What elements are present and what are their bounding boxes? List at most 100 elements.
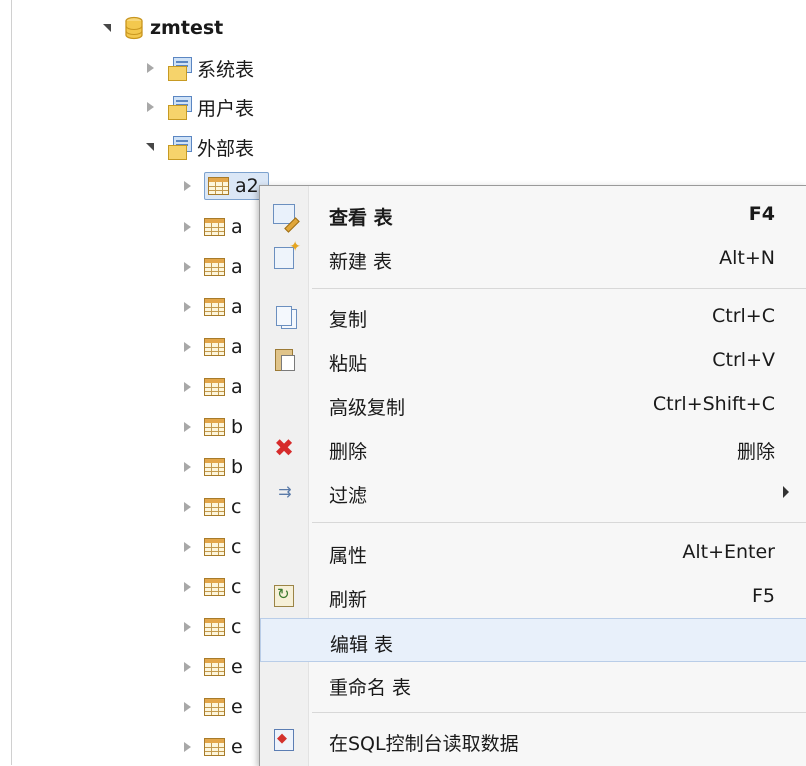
table-icon (204, 538, 225, 556)
table-label: a (231, 296, 243, 318)
menu-item-shortcut: Alt+N (719, 247, 775, 269)
menu-item-label: 过滤 (329, 485, 368, 507)
menu-item-shortcut: Ctrl+C (712, 305, 775, 327)
filter-icon: ⇉ (278, 482, 291, 501)
table-icon (204, 418, 225, 436)
menu-item-properties[interactable]: 属性 Alt+Enter (260, 530, 806, 574)
view-table-icon (273, 204, 295, 224)
expand-twisty-icon[interactable] (180, 300, 194, 314)
menu-item-label: 高级复制 (329, 397, 406, 419)
collapse-twisty-icon[interactable] (143, 140, 157, 154)
menu-item-label: 删除 (329, 441, 368, 463)
tree-node-table[interactable]: a (180, 251, 243, 283)
expand-twisty-icon[interactable] (180, 540, 194, 554)
tree-node-table[interactable]: e (180, 651, 243, 683)
tree-node-system-tables[interactable]: 系统表 (143, 52, 254, 84)
menu-item-edit-table[interactable]: 编辑 表 (260, 618, 806, 662)
expand-twisty-icon[interactable] (143, 100, 157, 114)
table-icon (204, 698, 225, 716)
expand-twisty-icon[interactable] (180, 179, 194, 193)
expand-twisty-icon[interactable] (180, 460, 194, 474)
menu-item-read-in-sql-console[interactable]: 在SQL控制台读取数据 (260, 718, 806, 762)
table-icon (204, 218, 225, 236)
expand-twisty-icon[interactable] (180, 260, 194, 274)
tree-node-database[interactable]: zmtest (100, 12, 223, 44)
expand-twisty-icon[interactable] (180, 660, 194, 674)
delete-icon: ✖ (273, 434, 295, 462)
expand-twisty-icon[interactable] (180, 740, 194, 754)
tree-node-table[interactable]: a2 (180, 170, 269, 202)
menu-item-paste[interactable]: 粘贴 Ctrl+V (260, 338, 806, 382)
table-icon (204, 738, 225, 756)
menu-separator (312, 288, 806, 289)
table-icon (204, 298, 225, 316)
expand-twisty-icon[interactable] (180, 220, 194, 234)
table-label: a (231, 376, 243, 398)
expand-twisty-icon[interactable] (180, 500, 194, 514)
expand-twisty-icon[interactable] (180, 380, 194, 394)
expand-twisty-icon[interactable] (143, 61, 157, 75)
menu-item-shortcut: F4 (748, 203, 775, 225)
table-icon (204, 378, 225, 396)
new-table-icon (274, 239, 301, 269)
database-label: zmtest (150, 17, 224, 39)
menu-separator (312, 522, 806, 523)
tree-node-table[interactable]: c (180, 571, 243, 603)
menu-item-label: 刷新 (329, 589, 368, 611)
table-label: e (231, 736, 243, 758)
tree-node-table[interactable]: a (180, 371, 243, 403)
table-label: c (231, 576, 242, 598)
menu-item-new-table[interactable]: 新建 表 Alt+N (260, 236, 806, 280)
menu-item-shortcut: 删除 (736, 441, 775, 463)
menu-item-refresh[interactable]: 刷新 F5 (260, 574, 806, 618)
menu-item-shortcut: F5 (751, 585, 775, 607)
table-label: e (231, 656, 243, 678)
menu-item-shortcut: Ctrl+V (712, 349, 775, 371)
tree-node-table[interactable]: e (180, 731, 243, 763)
menu-item-rename-table[interactable]: 重命名 表 (260, 662, 806, 706)
tree-node-table[interactable]: b (180, 411, 243, 443)
expand-twisty-icon[interactable] (180, 620, 194, 634)
table-icon (204, 498, 225, 516)
tree-node-table[interactable]: c (180, 611, 243, 643)
menu-item-shortcut: Ctrl+Shift+C (652, 393, 775, 415)
table-icon (204, 618, 225, 636)
menu-item-view-table[interactable]: 查看 表 F4 (260, 192, 806, 236)
table-folder-icon (167, 95, 192, 120)
submenu-arrow-icon (783, 486, 789, 498)
expand-twisty-icon[interactable] (180, 340, 194, 354)
table-icon (204, 258, 225, 276)
menu-item-filter[interactable]: ⇉ 过滤 (260, 470, 806, 514)
tree-node-table[interactable]: b (180, 451, 243, 483)
menu-item-delete[interactable]: ✖ 删除 删除 (260, 426, 806, 470)
tree-node-table[interactable]: a (180, 211, 243, 243)
collapse-twisty-icon[interactable] (100, 21, 114, 35)
table-label: c (231, 496, 242, 518)
folder-label: 系统表 (197, 58, 255, 81)
menu-item-advanced-copy[interactable]: 高级复制 Ctrl+Shift+C (260, 382, 806, 426)
table-icon (204, 658, 225, 676)
tree-node-external-tables[interactable]: 外部表 (143, 131, 254, 163)
tree-node-table[interactable]: a (180, 331, 243, 363)
table-icon (208, 177, 229, 195)
expand-twisty-icon[interactable] (180, 700, 194, 714)
menu-item-label: 在SQL控制台读取数据 (329, 733, 519, 755)
table-label: a (231, 256, 243, 278)
expand-twisty-icon[interactable] (180, 580, 194, 594)
tree-node-user-tables[interactable]: 用户表 (143, 91, 254, 123)
menu-item-copy[interactable]: 复制 Ctrl+C (260, 294, 806, 338)
folder-label: 用户表 (197, 97, 255, 120)
menu-item-label: 编辑 表 (330, 634, 394, 656)
tree-node-table[interactable]: c (180, 531, 243, 563)
table-label: b (231, 416, 243, 438)
tree-node-table[interactable]: c (180, 491, 243, 523)
menu-item-label: 粘贴 (329, 353, 368, 375)
tree-node-table[interactable]: a (180, 291, 243, 323)
expand-twisty-icon[interactable] (180, 420, 194, 434)
tree-node-table[interactable]: e (180, 691, 243, 723)
menu-item-label: 新建 表 (329, 251, 393, 273)
table-icon (204, 458, 225, 476)
table-folder-icon (167, 56, 192, 81)
refresh-icon (274, 585, 294, 607)
table-label: e (231, 696, 243, 718)
